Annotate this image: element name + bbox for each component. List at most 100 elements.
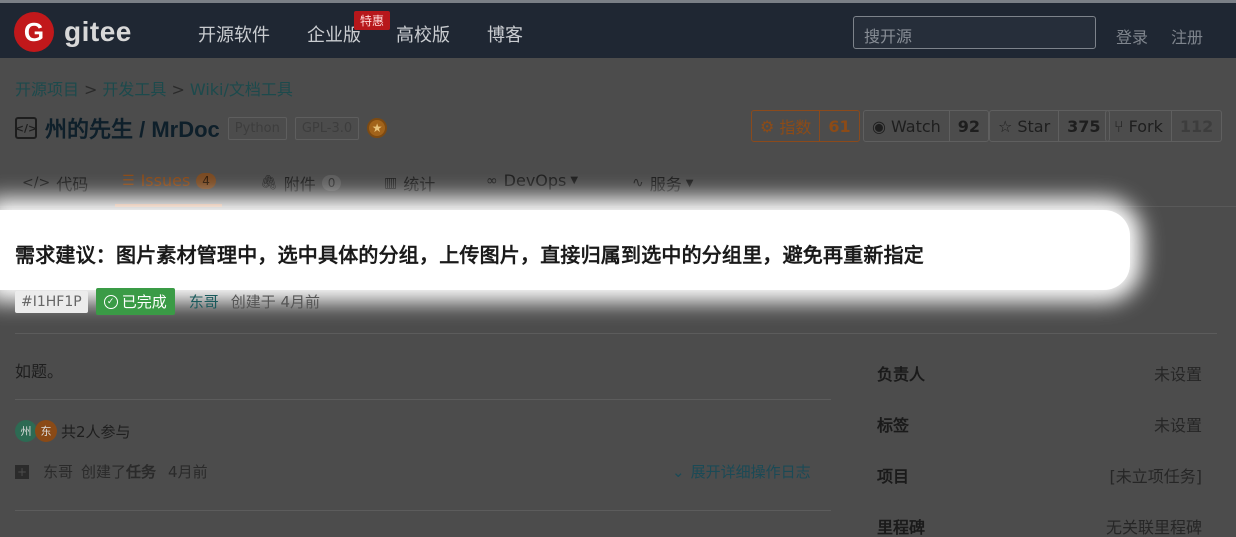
expand-log-link[interactable]: ⌄ 展开详细操作日志	[672, 461, 811, 482]
avatar[interactable]: 州	[15, 420, 37, 442]
tab-attachments-label: 附件	[283, 175, 316, 194]
sidebar-value: 无关联里程碑	[1105, 518, 1202, 537]
project-tabs: </> 代码 ☰ Issues 4 🖇 附件 0 ▥ 统计 ∞ DevOps ▼ ∿ 服务 ▼	[0, 163, 1236, 207]
index-label: 指数	[779, 118, 812, 137]
breadcrumb-separator: >	[84, 80, 98, 99]
status-label: 已完成	[121, 293, 167, 311]
star-icon: ☆	[998, 116, 1013, 136]
issue-title: 需求建议：图片素材管理中，选中具体的分组，上传图片，直接归属到选中的分组里，避免…	[15, 243, 924, 267]
sidebar-labels[interactable]: 标签 未设置	[877, 412, 1202, 436]
sidebar-key: 标签	[877, 416, 910, 435]
activity-object: 任务	[126, 463, 157, 481]
chevron-down-icon: ▼	[685, 177, 694, 189]
tab-issues[interactable]: ☰ Issues 4	[122, 171, 216, 190]
top-navbar: G gitee 开源软件 企业版 特惠 高校版 博客 搜开源 登录 注册	[0, 0, 1236, 58]
tab-stats[interactable]: ▥ 统计	[384, 171, 435, 195]
tab-code-label: 代码	[56, 175, 89, 194]
tab-devops[interactable]: ∞ DevOps ▼	[486, 171, 578, 190]
sidebar-key: 里程碑	[877, 518, 926, 537]
plus-square-icon: +	[15, 464, 29, 479]
issue-author[interactable]: 东哥	[189, 291, 219, 312]
devops-icon: ∞	[486, 172, 498, 189]
gitee-logo-text: gitee	[64, 16, 132, 47]
check-circle-icon: ✓	[103, 294, 118, 309]
watch-count: 92	[948, 111, 988, 141]
attachments-count: 0	[321, 175, 342, 191]
index-count: 61	[819, 111, 858, 141]
breadcrumb-item-wiki[interactable]: Wiki/文档工具	[190, 80, 293, 99]
avatar[interactable]: 东	[35, 420, 57, 442]
tab-devops-label: DevOps	[503, 171, 567, 190]
tab-service-label: 服务	[649, 175, 682, 194]
breadcrumb-item-dev-tools[interactable]: 开发工具	[102, 80, 166, 99]
activity-item: + 东哥 创建了 任务 4月前	[15, 461, 208, 482]
breadcrumb-separator: >	[171, 80, 185, 99]
star-count: 375	[1058, 111, 1108, 141]
star-label: Star	[1017, 116, 1051, 136]
divider	[15, 510, 831, 511]
issues-count: 4	[196, 172, 216, 189]
code-icon: </>	[22, 175, 51, 191]
gvp-medal-icon: ★	[367, 118, 388, 138]
attachment-icon: 🖇	[260, 175, 278, 191]
tab-issues-label: Issues	[140, 171, 191, 190]
eye-icon: ◉	[872, 116, 886, 136]
issue-meta: #I1HF1P ✓ 已完成 东哥 创建于 4月前	[15, 288, 320, 315]
sidebar-key: 项目	[877, 467, 910, 486]
star-button[interactable]: ☆ Star 375	[989, 110, 1110, 142]
fork-count: 112	[1170, 111, 1221, 141]
activity-author[interactable]: 东哥	[43, 461, 73, 482]
sidebar-value: 未设置	[1153, 365, 1202, 384]
license-tag[interactable]: GPL-3.0	[294, 116, 360, 140]
nav-link-blog[interactable]: 博客	[487, 21, 523, 47]
promo-badge: 特惠	[354, 11, 391, 30]
activity-action: 创建了	[81, 463, 127, 481]
tab-service[interactable]: ∿ 服务 ▼	[632, 171, 693, 195]
service-icon: ∿	[632, 175, 644, 191]
activity-time: 4月前	[168, 463, 208, 481]
sidebar-project[interactable]: 项目 [未立项任务]	[877, 463, 1202, 487]
index-button[interactable]: ⚙ 指数 61	[751, 110, 860, 142]
tab-code[interactable]: </> 代码	[22, 171, 88, 195]
active-tab-indicator	[115, 204, 222, 207]
sidebar-key: 负责人	[877, 365, 926, 384]
divider	[15, 399, 831, 400]
participants-count: 共2人参与	[61, 422, 131, 441]
search-input[interactable]: 搜开源	[853, 16, 1096, 49]
fork-icon: ⑂	[1114, 116, 1124, 136]
code-repo-icon: </>	[15, 117, 37, 139]
index-icon: ⚙	[760, 116, 775, 136]
watch-label: Watch	[890, 116, 941, 136]
status-badge: ✓ 已完成	[95, 288, 175, 315]
fork-button[interactable]: ⑂ Fork 112	[1105, 110, 1223, 142]
tab-stats-label: 统计	[403, 175, 436, 194]
nav-link-enterprise[interactable]: 企业版	[307, 21, 361, 47]
register-link[interactable]: 注册	[1171, 24, 1203, 48]
sidebar-value: 未设置	[1153, 416, 1202, 435]
participants: 州 东 共2人参与	[15, 420, 131, 442]
stats-icon: ▥	[384, 175, 398, 191]
sidebar-milestone[interactable]: 里程碑 无关联里程碑	[877, 514, 1202, 537]
breadcrumb: 开源项目 > 开发工具 > Wiki/文档工具	[15, 76, 293, 100]
project-name[interactable]: 州的先生 / MrDoc	[45, 112, 220, 144]
sidebar-value: [未立项任务]	[1109, 467, 1203, 486]
gitee-logo-icon: G	[14, 12, 54, 52]
breadcrumb-item-open-source[interactable]: 开源项目	[15, 80, 79, 99]
sidebar-assignee[interactable]: 负责人 未设置	[877, 361, 1202, 385]
fork-label: Fork	[1128, 116, 1163, 136]
language-tag[interactable]: Python	[227, 116, 287, 140]
nav-link-education[interactable]: 高校版	[396, 21, 450, 47]
issue-created-time: 创建于 4月前	[230, 293, 321, 311]
expand-log-label: 展开详细操作日志	[690, 463, 811, 481]
issue-body: 如题。	[15, 362, 64, 381]
watch-button[interactable]: ◉ Watch 92	[863, 110, 990, 142]
login-link[interactable]: 登录	[1116, 24, 1148, 48]
project-header: </> 州的先生 / MrDoc Python GPL-3.0 ★	[15, 112, 388, 144]
chevrons-down-icon: ⌄	[672, 463, 685, 481]
gitee-logo[interactable]: G gitee	[14, 12, 132, 52]
divider	[15, 333, 1217, 334]
nav-link-open-source[interactable]: 开源软件	[198, 21, 270, 47]
issue-id[interactable]: #I1HF1P	[15, 290, 88, 313]
tab-attachments[interactable]: 🖇 附件 0	[260, 171, 342, 195]
chevron-down-icon: ▼	[570, 175, 579, 186]
